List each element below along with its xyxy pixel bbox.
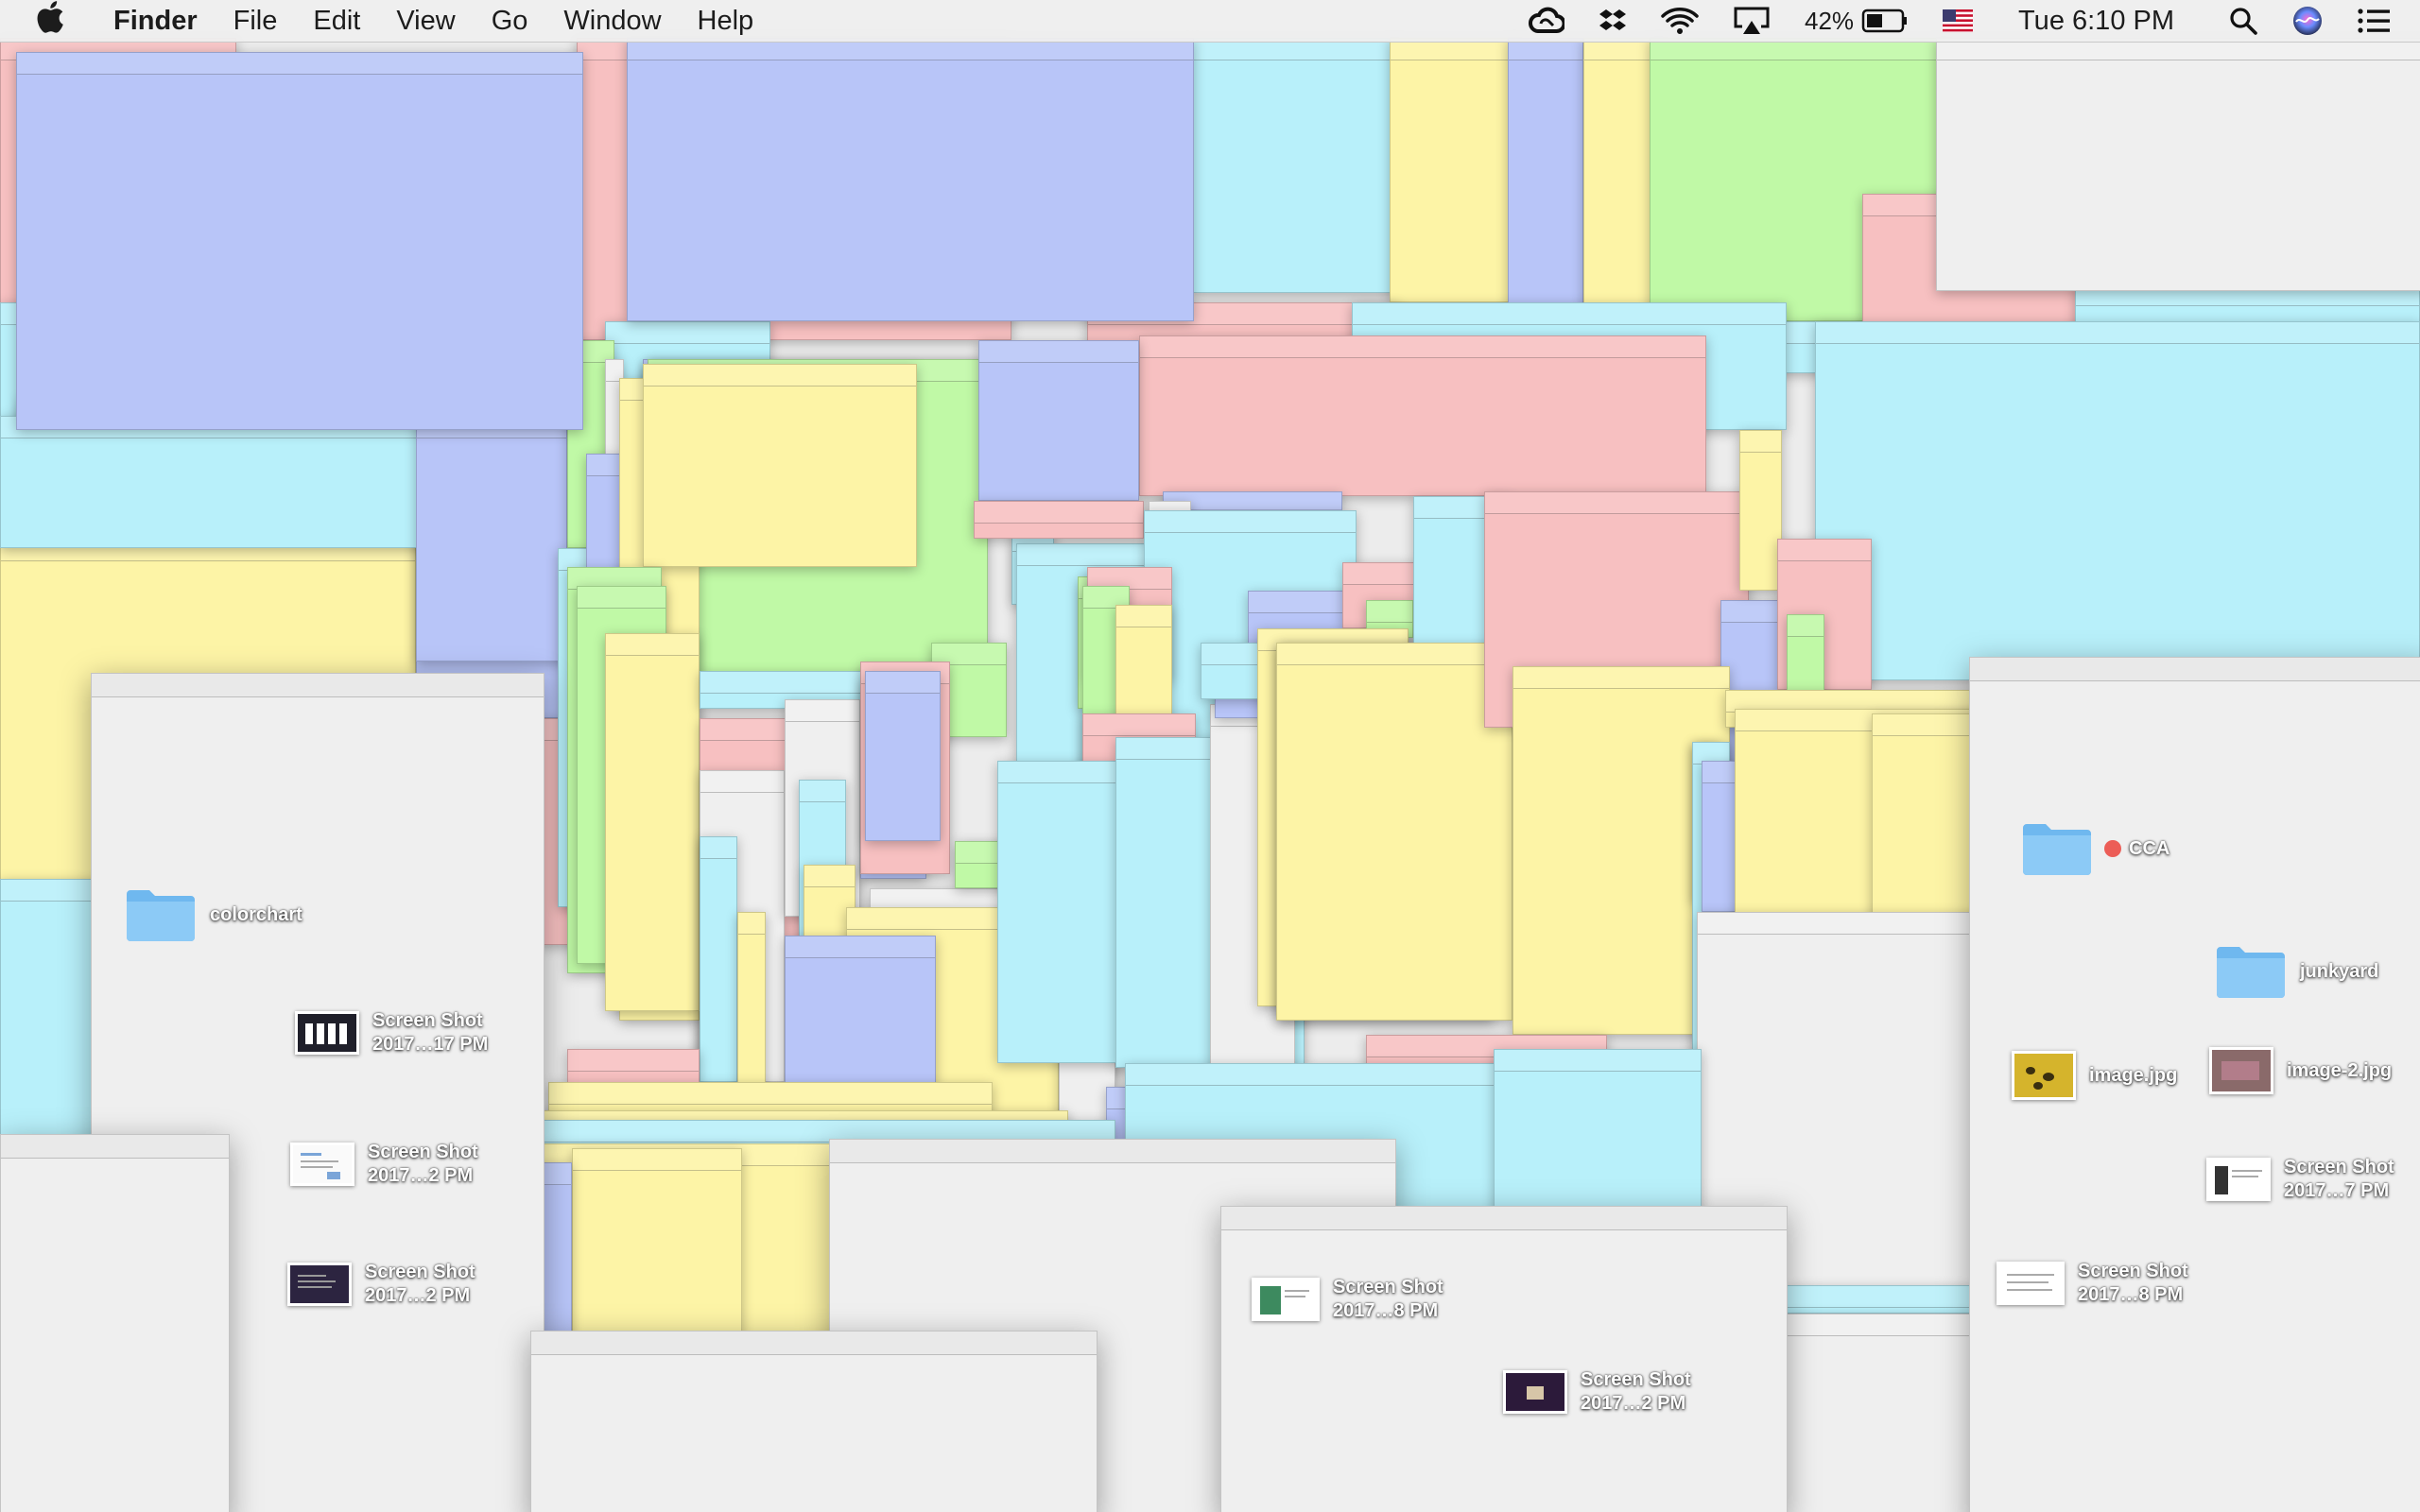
desktop-item-label: junkyard bbox=[2300, 960, 2379, 982]
bg-window bbox=[1191, 38, 1399, 293]
desktop-item-screenshot[interactable]: Screen Shot 2017…2 PM bbox=[287, 1261, 475, 1308]
image-thumbnail-icon bbox=[2012, 1051, 2076, 1100]
folder-icon bbox=[127, 890, 195, 941]
menu-bar-left: Finder File Edit View Go Window Help bbox=[0, 0, 789, 42]
battery-percent[interactable]: 42% bbox=[1805, 7, 1854, 36]
desktop-item-label: Screen Shot 2017…17 PM bbox=[372, 1010, 489, 1055]
bg-window bbox=[643, 364, 917, 567]
image-thumbnail-icon bbox=[2209, 1047, 2273, 1094]
bg-window bbox=[1494, 1049, 1702, 1228]
screenshot-thumbnail-icon bbox=[2206, 1158, 2271, 1201]
desktop-item-cca[interactable]: CCA bbox=[2021, 820, 2169, 877]
bg-window bbox=[1276, 643, 1512, 1021]
menu-view[interactable]: View bbox=[396, 6, 455, 37]
desktop-item-label: Screen Shot 2017…2 PM bbox=[368, 1142, 478, 1186]
desktop-item-screenshot[interactable]: Screen Shot 2017…17 PM bbox=[295, 1009, 488, 1057]
bg-window bbox=[978, 340, 1139, 501]
creative-cloud-icon[interactable] bbox=[1529, 7, 1564, 35]
bg-window bbox=[1508, 38, 1583, 326]
bg-window bbox=[974, 501, 1144, 539]
bg-window bbox=[1936, 38, 2420, 291]
spotlight-icon[interactable] bbox=[2229, 7, 2257, 35]
finder-window[interactable] bbox=[530, 1331, 1098, 1512]
battery-icon[interactable] bbox=[1861, 9, 1909, 33]
menu-bar-right: 42% Tue 6:10 PM bbox=[1512, 0, 2420, 42]
finder-window[interactable] bbox=[1220, 1206, 1788, 1512]
bg-window bbox=[627, 38, 1194, 321]
desktop-item-label: Screen Shot 2017…8 PM bbox=[2078, 1261, 2188, 1305]
menu-help[interactable]: Help bbox=[698, 6, 754, 37]
wifi-icon[interactable] bbox=[1661, 7, 1699, 35]
bg-window bbox=[1787, 1314, 1976, 1512]
screenshot-thumbnail-icon bbox=[287, 1263, 352, 1306]
bg-window bbox=[700, 836, 737, 1082]
bg-window bbox=[605, 633, 700, 1011]
bg-window bbox=[416, 416, 567, 662]
desktop-item-screenshot[interactable]: Screen Shot 2017…2 PM bbox=[1503, 1368, 1691, 1416]
bg-window bbox=[1739, 430, 1782, 591]
screenshot-thumbnail-icon bbox=[290, 1143, 354, 1186]
desktop-item-label: colorchart bbox=[210, 903, 302, 925]
desktop-item-label: Screen Shot 2017…8 PM bbox=[1333, 1277, 1443, 1321]
desktop-item-label: CCA bbox=[2129, 837, 2170, 859]
desktop-item-label: image-2.jpg bbox=[2287, 1059, 2393, 1081]
bg-window bbox=[567, 1049, 700, 1087]
desktop-item-screenshot[interactable]: Screen Shot 2017…8 PM bbox=[1252, 1276, 1443, 1323]
bg-window bbox=[1787, 1285, 1976, 1314]
finder-window[interactable] bbox=[0, 1134, 230, 1512]
desktop-item-label: Screen Shot 2017…2 PM bbox=[365, 1262, 475, 1306]
bg-window bbox=[785, 936, 936, 1087]
bg-window bbox=[1390, 38, 1522, 302]
folder-icon bbox=[2023, 824, 2091, 875]
app-name[interactable]: Finder bbox=[113, 6, 198, 37]
bg-window bbox=[997, 761, 1120, 1063]
desktop-item-label: Screen Shot 2017…2 PM bbox=[1581, 1369, 1691, 1414]
menu-bar: Finder File Edit View Go Window Help 42%… bbox=[0, 0, 2420, 43]
desktop-item-image-2-jpg[interactable]: image-2.jpg bbox=[2209, 1047, 2392, 1094]
dropbox-icon[interactable] bbox=[1599, 8, 1627, 34]
desktop-item-screenshot[interactable]: Screen Shot 2017…8 PM bbox=[1996, 1260, 2188, 1307]
menu-go[interactable]: Go bbox=[492, 6, 528, 37]
screenshot-thumbnail-icon bbox=[1252, 1278, 1320, 1321]
bg-window bbox=[572, 1148, 742, 1337]
bg-window bbox=[1815, 321, 2420, 680]
screenshot-thumbnail-icon bbox=[1503, 1370, 1567, 1414]
bg-window bbox=[1702, 761, 1739, 912]
menu-window[interactable]: Window bbox=[563, 6, 661, 37]
menu-file[interactable]: File bbox=[233, 6, 278, 37]
bg-window bbox=[16, 52, 583, 430]
desktop-item-screenshot[interactable]: Screen Shot 2017…7 PM bbox=[2206, 1156, 2394, 1203]
siri-icon[interactable] bbox=[2291, 5, 2324, 37]
desktop-item-image-jpg[interactable]: image.jpg bbox=[2012, 1051, 2177, 1100]
menu-clock[interactable]: Tue 6:10 PM bbox=[2018, 6, 2174, 37]
us-flag-icon[interactable] bbox=[1943, 9, 1974, 32]
menu-edit[interactable]: Edit bbox=[313, 6, 360, 37]
airplay-icon[interactable] bbox=[1733, 6, 1771, 36]
desktop-item-label: image.jpg bbox=[2089, 1064, 2178, 1086]
desktop-item-junkyard[interactable]: junkyard bbox=[2215, 943, 2378, 1000]
desktop-item-colorchart[interactable]: colorchart bbox=[125, 886, 302, 943]
apple-menu-icon[interactable] bbox=[36, 0, 64, 42]
bg-window bbox=[1139, 335, 1706, 496]
notification-center-icon[interactable] bbox=[2358, 8, 2392, 34]
red-tag-icon bbox=[2104, 840, 2121, 857]
desktop-item-screenshot[interactable]: Screen Shot 2017…2 PM bbox=[290, 1141, 478, 1188]
bg-window bbox=[865, 671, 941, 841]
desktop-item-label: Screen Shot 2017…7 PM bbox=[2284, 1157, 2394, 1201]
screenshot-thumbnail-icon bbox=[1996, 1262, 2065, 1305]
folder-icon bbox=[2217, 947, 2285, 998]
screenshot-thumbnail-icon bbox=[295, 1011, 359, 1055]
